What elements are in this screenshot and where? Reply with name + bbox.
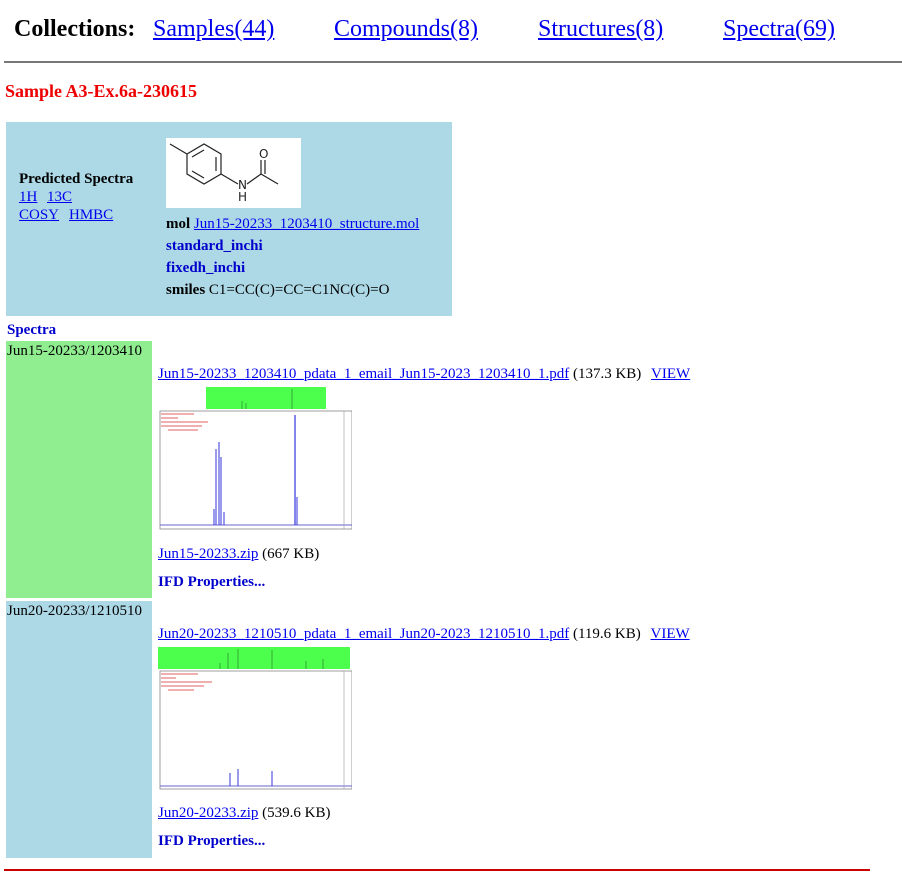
standard-inchi-link[interactable]: standard_inchi bbox=[166, 238, 263, 255]
spectrum-zip-link[interactable]: Jun15-20233.zip bbox=[158, 546, 258, 562]
ifd-properties-link[interactable]: IFD Properties... bbox=[158, 574, 265, 591]
sample-info-panel: Predicted Spectra 1H 13C COSY HMBC O N H… bbox=[6, 122, 452, 316]
view-link[interactable]: VIEW bbox=[651, 626, 690, 642]
spectrum-zip-link[interactable]: Jun20-20233.zip bbox=[158, 805, 258, 821]
view-link[interactable]: VIEW bbox=[651, 366, 690, 382]
mol-row: mol Jun15-20233_1203410_structure.mol bbox=[166, 216, 419, 233]
spectrum-pdf-link[interactable]: Jun20-20233_1210510_pdata_1_email_Jun20-… bbox=[158, 626, 569, 642]
top-divider bbox=[4, 61, 902, 63]
nav-structures-link[interactable]: Structures(8) bbox=[538, 16, 663, 43]
nav-spectra-link[interactable]: Spectra(69) bbox=[723, 16, 835, 43]
smiles-label: smiles bbox=[166, 282, 206, 298]
zip-line: Jun20-20233.zip (539.6 KB) bbox=[158, 805, 331, 822]
spectra-heading: Spectra bbox=[7, 322, 57, 338]
mol-label: mol bbox=[166, 216, 191, 232]
pdf-size: (119.6 KB) bbox=[572, 626, 641, 642]
spectrum-file-line: Jun15-20233_1203410_pdata_1_email_Jun15-… bbox=[158, 366, 690, 383]
zip-size: (539.6 KB) bbox=[262, 805, 331, 821]
spectrum-row-label: Jun15-20233/1203410 bbox=[6, 341, 152, 598]
ifd-properties-link[interactable]: IFD Properties... bbox=[158, 833, 265, 850]
spectrum-thumbnail[interactable] bbox=[158, 387, 353, 537]
predicted-13c-link[interactable]: 13C bbox=[47, 189, 72, 206]
zip-size: (667 KB) bbox=[262, 546, 320, 562]
smiles-row: smiles C1=CC(C)=CC=C1NC(C)=O bbox=[166, 282, 389, 299]
zip-line: Jun15-20233.zip (667 KB) bbox=[158, 546, 319, 563]
spectrum-thumbnail[interactable] bbox=[158, 647, 353, 797]
bottom-divider bbox=[4, 869, 870, 871]
nav-samples-link[interactable]: Samples(44) bbox=[153, 16, 274, 43]
molecule-structure-image: O N H bbox=[166, 138, 301, 208]
predicted-cosy-link[interactable]: COSY bbox=[19, 207, 59, 224]
predicted-hmbc-link[interactable]: HMBC bbox=[69, 207, 113, 224]
structure-oxygen-label: O bbox=[259, 147, 268, 161]
predicted-1h-link[interactable]: 1H bbox=[19, 189, 37, 206]
spectrum-file-line: Jun20-20233_1210510_pdata_1_email_Jun20-… bbox=[158, 626, 690, 643]
nav-compounds-link[interactable]: Compounds(8) bbox=[334, 16, 478, 43]
fixedh-inchi-link[interactable]: fixedh_inchi bbox=[166, 260, 245, 277]
mol-file-link[interactable]: Jun15-20233_1203410_structure.mol bbox=[194, 216, 419, 232]
collections-label: Collections: bbox=[14, 16, 136, 42]
spectrum-row-label: Jun20-20233/1210510 bbox=[6, 601, 152, 858]
pdf-size: (137.3 KB) bbox=[572, 366, 642, 382]
structure-hydrogen-label: H bbox=[238, 190, 247, 204]
sample-title: Sample A3-Ex.6a-230615 bbox=[5, 81, 198, 101]
predicted-spectra-heading: Predicted Spectra bbox=[19, 171, 134, 187]
smiles-value: C1=CC(C)=CC=C1NC(C)=O bbox=[208, 282, 390, 298]
spectrum-pdf-link[interactable]: Jun15-20233_1203410_pdata_1_email_Jun15-… bbox=[158, 366, 569, 382]
